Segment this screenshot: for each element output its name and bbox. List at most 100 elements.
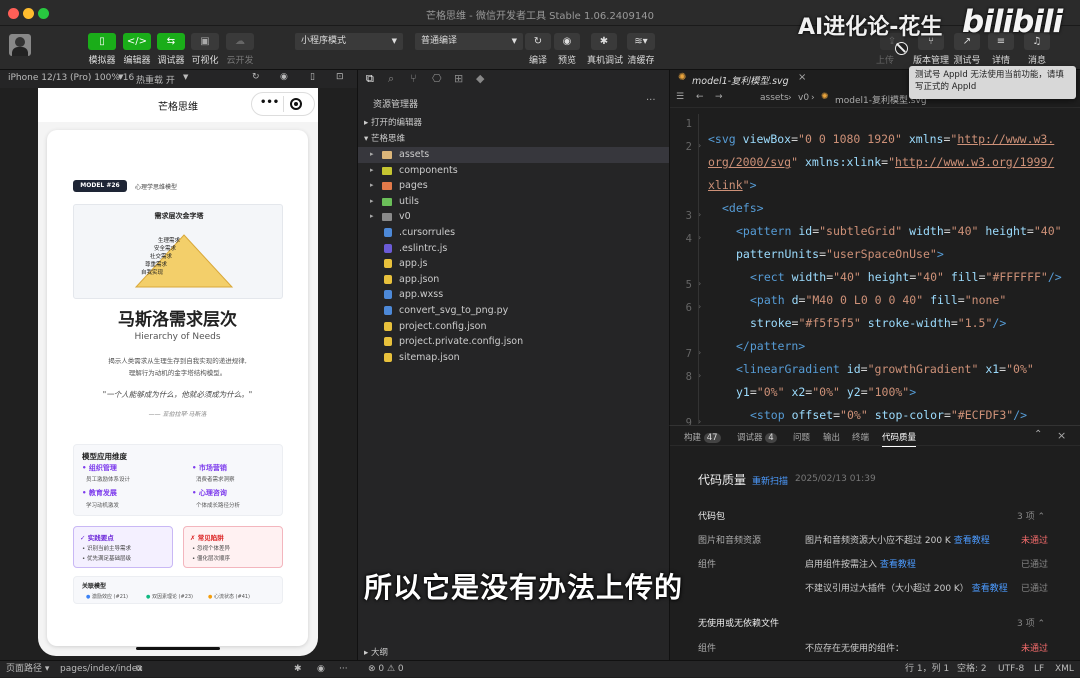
- breadcrumb-item[interactable]: v0: [798, 93, 809, 103]
- search-icon[interactable]: ⌕: [388, 72, 394, 86]
- tab-debugger[interactable]: 调试器 4: [737, 431, 777, 443]
- forward-icon[interactable]: →: [715, 92, 723, 102]
- stop-icon[interactable]: ◉: [280, 72, 288, 82]
- file-tree-item[interactable]: ▸ utils: [358, 194, 670, 210]
- page-path-label[interactable]: 页面路径 ▾: [6, 661, 49, 678]
- more-icon[interactable]: •••: [260, 97, 279, 108]
- language-mode[interactable]: XML: [1055, 661, 1074, 678]
- editor-tab[interactable]: ✺ model1-复利模型.svg ×: [670, 70, 810, 88]
- code-line[interactable]: xlink">: [708, 178, 757, 192]
- preview-button[interactable]: ◉: [554, 33, 580, 50]
- debug-icon[interactable]: ⎔: [432, 72, 442, 85]
- file-tree-item[interactable]: ▸ components: [358, 163, 670, 179]
- code-line[interactable]: <pattern id="subtleGrid" width="40" heig…: [736, 224, 1062, 238]
- visual-toggle-button[interactable]: ▣: [191, 33, 219, 50]
- avatar[interactable]: [9, 34, 31, 56]
- compile-select[interactable]: 普通编译 ▼: [415, 33, 523, 50]
- file-tree-item[interactable]: sitemap.json: [358, 350, 670, 366]
- line-number: 1: [685, 118, 692, 130]
- file-tree-item[interactable]: .cursorrules: [358, 225, 670, 241]
- file-tree-item[interactable]: app.js: [358, 256, 670, 272]
- code-line[interactable]: stroke="#f5f5f5" stroke-width="1.5"/>: [750, 316, 1006, 330]
- cloud-dev-button[interactable]: ☁: [226, 33, 254, 50]
- code-line[interactable]: patternUnits="userSpaceOnUse">: [736, 247, 944, 261]
- code-line[interactable]: <rect width="40" height="40" fill="#FFFF…: [750, 270, 1062, 284]
- related-item[interactable]: ● 双因素理论 (#23): [146, 593, 193, 600]
- group-title: 无使用或无依赖文件: [698, 619, 780, 629]
- page-path[interactable]: pages/index/index: [60, 661, 142, 678]
- popout-icon[interactable]: ⊡: [336, 72, 344, 82]
- group-count[interactable]: 3 项 ⌃: [1017, 616, 1045, 629]
- file-tree-item[interactable]: app.wxss: [358, 287, 670, 303]
- group-count[interactable]: 3 项 ⌃: [1017, 509, 1045, 522]
- tab-build[interactable]: 构建 47: [684, 431, 721, 443]
- bug-icon[interactable]: ✱: [294, 661, 302, 678]
- device-select[interactable]: iPhone 12/13 (Pro) 100% 16: [8, 73, 134, 83]
- related-item[interactable]: ● 激励效应 (#21): [86, 593, 128, 600]
- code-line[interactable]: <defs>: [722, 201, 764, 215]
- file-tree-item[interactable]: project.private.config.json: [358, 334, 670, 350]
- tutorial-link[interactable]: 查看教程: [880, 560, 916, 570]
- clear-cache-button[interactable]: ≋▾: [627, 33, 655, 50]
- close-miniprogram-icon[interactable]: [290, 98, 302, 110]
- outline-section[interactable]: ▸ 大纲: [364, 646, 388, 658]
- tab-code-quality[interactable]: 代码质量: [882, 431, 917, 447]
- code-line[interactable]: <path d="M40 0 L0 0 0 40" fill="none": [750, 293, 1006, 307]
- close-tab-icon[interactable]: ×: [798, 72, 806, 83]
- more-icon[interactable]: ···: [339, 661, 348, 678]
- files-icon[interactable]: ⧉: [366, 72, 374, 86]
- rescan-link[interactable]: 重新扫描: [752, 474, 788, 487]
- file-tree-item[interactable]: ▸ v0: [358, 209, 670, 225]
- tab-terminal[interactable]: 终端: [852, 431, 869, 443]
- code-line[interactable]: <linearGradient id="growthGradient" x1="…: [736, 362, 1034, 376]
- rule-name: 组件: [698, 644, 717, 654]
- code-line[interactable]: y1="0%" x2="0%" y2="100%">: [736, 385, 916, 399]
- copy-icon[interactable]: ⧉: [136, 661, 142, 678]
- hotreload-select[interactable]: 热重载 开: [136, 73, 175, 86]
- sidebar-toggle-icon[interactable]: ☰: [676, 92, 684, 102]
- remote-debug-button[interactable]: ✱: [591, 33, 617, 50]
- file-tree-item[interactable]: app.json: [358, 272, 670, 288]
- docker-icon[interactable]: ◆: [476, 72, 484, 85]
- back-icon[interactable]: ←: [696, 92, 704, 102]
- file-tree-item[interactable]: .eslintrc.js: [358, 241, 670, 257]
- compile-button[interactable]: ↻: [525, 33, 551, 50]
- video-subtitle: 所以它是没有办法上传的: [364, 571, 684, 604]
- app-item-desc: 员工激励体系设计: [86, 477, 131, 483]
- chevron-up-icon[interactable]: ⌃: [1034, 429, 1042, 440]
- debugger-toggle-button[interactable]: ⇆: [157, 33, 185, 50]
- breadcrumb-item[interactable]: assets: [760, 93, 789, 103]
- open-editors-section[interactable]: ▸ 打开的编辑器: [364, 116, 422, 128]
- code-line[interactable]: <svg viewBox="0 0 1080 1920" xmlns="http…: [708, 132, 1054, 146]
- tab-output[interactable]: 输出: [823, 431, 840, 443]
- tutorial-link[interactable]: 查看教程: [972, 584, 1008, 594]
- file-tree-item[interactable]: convert_svg_to_png.py: [358, 303, 670, 319]
- phone-rotate-icon[interactable]: ▯: [310, 72, 315, 82]
- indent-spaces[interactable]: 空格: 2: [957, 661, 987, 678]
- file-tree-item[interactable]: ▸ pages: [358, 178, 670, 194]
- refresh-icon[interactable]: ↻: [252, 72, 260, 82]
- close-icon[interactable]: ×: [1057, 429, 1066, 442]
- cursor-position[interactable]: 行 1，列 1: [905, 661, 949, 678]
- tutorial-link[interactable]: 查看教程: [954, 536, 990, 546]
- problems-count[interactable]: ⊗ 0 ⚠ 0: [368, 661, 404, 678]
- simulator-toggle-button[interactable]: ▯: [88, 33, 116, 50]
- code-line[interactable]: <stop offset="0%" stop-color="#ECFDF3"/>: [750, 408, 1027, 422]
- editor-toggle-button[interactable]: </>: [123, 33, 151, 50]
- source-control-icon[interactable]: ⑂: [410, 72, 417, 85]
- mode-select[interactable]: 小程序模式 ▼: [295, 33, 403, 50]
- capsule-menu[interactable]: •••: [251, 92, 315, 116]
- file-tree-item[interactable]: project.config.json: [358, 319, 670, 335]
- encoding[interactable]: UTF-8: [998, 661, 1024, 678]
- code-line[interactable]: org/2000/svg" xmlns:xlink="http://www.w3…: [708, 155, 1054, 169]
- eye-icon[interactable]: ◉: [317, 661, 325, 678]
- code-line[interactable]: </pattern>: [736, 339, 805, 353]
- related-item[interactable]: ● 心流状态 (#41): [208, 593, 250, 600]
- line-ending[interactable]: LF: [1034, 661, 1044, 678]
- pitfall-item: • 僵化层次顺序: [192, 556, 231, 562]
- project-root[interactable]: ▾ 芒格思维: [364, 132, 405, 144]
- more-icon[interactable]: ···: [646, 95, 656, 106]
- file-tree-item[interactable]: ▸ assets: [358, 147, 670, 163]
- extensions-icon[interactable]: ⊞: [454, 72, 463, 85]
- tab-problems[interactable]: 问题: [793, 431, 810, 443]
